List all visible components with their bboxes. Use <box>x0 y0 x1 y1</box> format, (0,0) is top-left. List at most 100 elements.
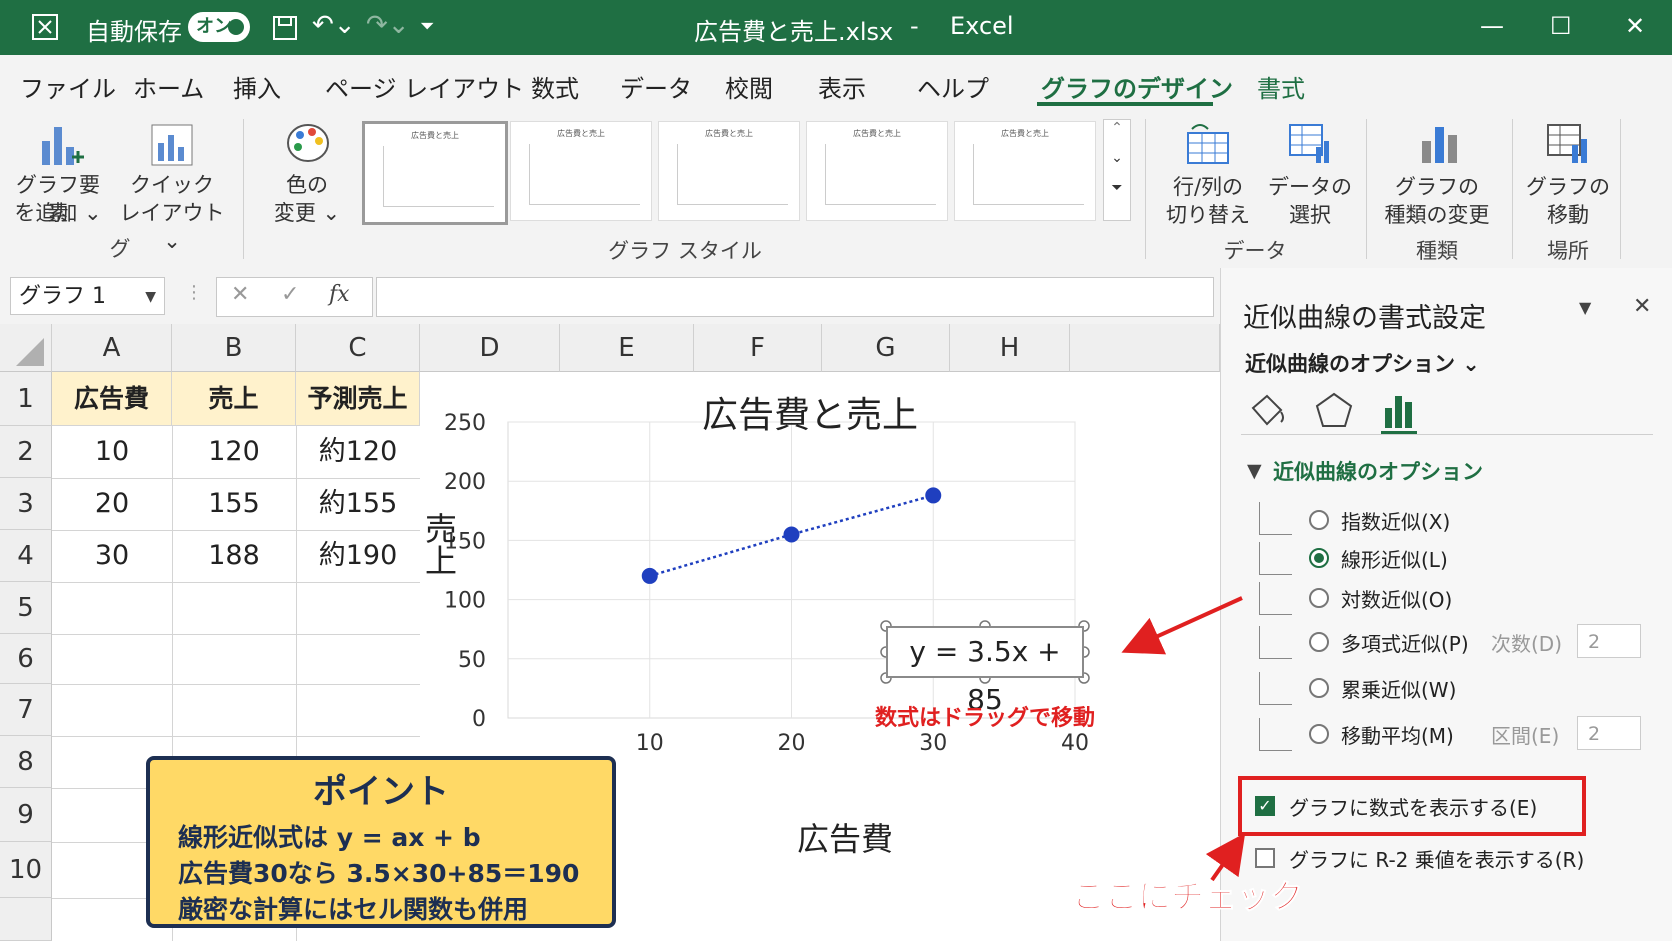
row-header-9[interactable]: 9 <box>0 788 52 842</box>
exponential-trend-icon <box>1259 502 1292 535</box>
row-header-2[interactable]: 2 <box>0 426 52 478</box>
select-all-corner[interactable] <box>0 324 52 372</box>
pane-close-icon[interactable]: ✕ <box>1633 294 1651 319</box>
option-polynomial[interactable]: 多項式近似(P) <box>1341 628 1469 657</box>
tab-chart-design[interactable]: グラフのデザイン <box>1041 69 1233 104</box>
column-header-a[interactable]: A <box>52 324 172 372</box>
y-axis-title[interactable]: 売上 <box>420 512 458 576</box>
cell-a3[interactable]: 20 <box>52 478 172 530</box>
column-header-d[interactable]: D <box>420 324 560 372</box>
switch-row-column-button[interactable]: 行/列の 切り替え <box>1158 111 1258 241</box>
row-header-4[interactable]: 4 <box>0 530 52 582</box>
column-header-c[interactable]: C <box>296 324 420 372</box>
tab-view[interactable]: 表示 <box>818 69 866 104</box>
collapse-section-icon[interactable]: ▼ <box>1247 460 1262 482</box>
gallery-scroll[interactable]: ⌃ ⌄ ⏷ <box>1103 119 1131 221</box>
option-moving-average[interactable]: 移動平均(M) <box>1341 720 1454 749</box>
enter-icon[interactable]: ✓ <box>281 282 299 307</box>
column-header-h[interactable]: H <box>950 324 1070 372</box>
formula-input[interactable] <box>376 277 1214 317</box>
close-icon[interactable]: ✕ <box>1625 12 1645 40</box>
cell-c2[interactable]: 約120 <box>296 426 420 478</box>
tab-help[interactable]: ヘルプ <box>917 69 989 104</box>
effects-icon[interactable] <box>1313 390 1355 430</box>
autosave-toggle[interactable]: オン <box>188 12 250 42</box>
row-header-5[interactable]: 5 <box>0 582 52 634</box>
chart-title[interactable]: 広告費と売上 <box>660 386 960 438</box>
order-input[interactable]: 2 <box>1577 624 1641 658</box>
fill-line-icon[interactable] <box>1247 390 1289 430</box>
tab-data[interactable]: データ <box>620 69 692 104</box>
select-data-button[interactable]: データの 選択 <box>1260 111 1360 241</box>
x-axis-title[interactable]: 広告費 <box>745 814 945 860</box>
tab-formulas[interactable]: 数式 <box>531 69 579 104</box>
save-icon[interactable] <box>272 15 298 41</box>
cell-b3[interactable]: 155 <box>172 478 296 530</box>
chart-style-3[interactable]: 広告費と売上 <box>658 121 800 221</box>
pane-options-dropdown-icon[interactable]: ▼ <box>1579 298 1591 317</box>
customize-qat-icon[interactable]: ⏷ <box>420 16 434 37</box>
option-exponential[interactable]: 指数近似(X) <box>1341 506 1450 535</box>
change-chart-type-button[interactable]: グラフの 種類の変更 <box>1372 111 1502 241</box>
tab-home[interactable]: ホーム <box>133 69 204 104</box>
radio-moving-average[interactable] <box>1309 724 1329 744</box>
chart-style-2[interactable]: 広告費と売上 <box>510 121 652 221</box>
name-box-dropdown-icon[interactable]: ▼ <box>145 278 156 316</box>
tab-insert[interactable]: 挿入 <box>233 69 281 104</box>
chart-style-1[interactable]: 広告費と売上 <box>362 121 508 225</box>
move-chart-icon <box>1547 124 1587 163</box>
cell-a2[interactable]: 10 <box>52 426 172 478</box>
row-header-7[interactable]: 7 <box>0 684 52 736</box>
column-header-e[interactable]: E <box>560 324 694 372</box>
option-linear[interactable]: 線形近似(L) <box>1341 544 1448 573</box>
option-logarithmic[interactable]: 対数近似(O) <box>1341 584 1452 613</box>
radio-polynomial[interactable] <box>1309 632 1329 652</box>
cell-b1[interactable]: 売上 <box>172 372 296 426</box>
row-header-3[interactable]: 3 <box>0 478 52 530</box>
quick-layout-button[interactable]: クイック レイアウト ⌄ <box>112 111 232 253</box>
maximize-icon[interactable]: ☐ <box>1550 12 1572 40</box>
cell-a4[interactable]: 30 <box>52 530 172 582</box>
row-header-8[interactable]: 8 <box>0 736 52 788</box>
pane-subtitle[interactable]: 近似曲線のオプション ⌄ <box>1245 348 1480 378</box>
radio-logarithmic[interactable] <box>1309 588 1329 608</box>
row-header-6[interactable]: 6 <box>0 634 52 684</box>
cell-c3[interactable]: 約155 <box>296 478 420 530</box>
cell-c1[interactable]: 予測売上 <box>296 372 420 426</box>
chart-style-5[interactable]: 広告費と売上 <box>954 121 1096 221</box>
trendline-options-icon[interactable] <box>1379 390 1421 430</box>
tab-review[interactable]: 校閲 <box>725 69 773 104</box>
column-header-g[interactable]: G <box>822 324 950 372</box>
cell-a1[interactable]: 広告費 <box>52 372 172 426</box>
minimize-icon[interactable]: — <box>1480 12 1504 40</box>
name-box[interactable]: グラフ 1 ▼ <box>10 277 165 315</box>
row-header-1[interactable]: 1 <box>0 372 52 426</box>
period-input[interactable]: 2 <box>1577 716 1641 750</box>
cell-b2[interactable]: 120 <box>172 426 296 478</box>
cell-c4[interactable]: 約190 <box>296 530 420 582</box>
radio-power[interactable] <box>1309 678 1329 698</box>
move-chart-button[interactable]: グラフの 移動 <box>1518 111 1618 241</box>
column-header-f[interactable]: F <box>694 324 822 372</box>
tab-format[interactable]: 書式 <box>1257 69 1305 104</box>
show-r2-label[interactable]: グラフに R-2 乗値を表示する(R) <box>1289 844 1584 873</box>
add-chart-element-button[interactable]: グラフ要素 を追加 ⌄ <box>8 111 108 241</box>
trendline-options-section[interactable]: 近似曲線のオプション <box>1273 456 1483 486</box>
column-header-b[interactable]: B <box>172 324 296 372</box>
undo-icon[interactable]: ↶⌄ <box>312 10 356 40</box>
tab-file[interactable]: ファイル <box>20 69 116 104</box>
row-header-10[interactable]: 10 <box>0 842 52 898</box>
tab-page-layout[interactable]: ページ レイアウト <box>325 69 524 104</box>
cancel-icon[interactable]: ✕ <box>231 282 249 307</box>
trendline-equation-label[interactable]: y = 3.5x + 85 <box>886 626 1084 716</box>
radio-exponential[interactable] <box>1309 510 1329 530</box>
insert-function-icon[interactable]: fx <box>329 282 350 307</box>
option-power[interactable]: 累乗近似(W) <box>1341 674 1456 703</box>
group-chart-layouts-label: グ <box>109 237 131 261</box>
radio-linear[interactable] <box>1309 548 1329 568</box>
cell-b4[interactable]: 188 <box>172 530 296 582</box>
change-colors-button[interactable]: 色の 変更 ⌄ <box>254 111 360 241</box>
chart-style-4[interactable]: 広告費と売上 <box>806 121 948 221</box>
quick-layout-icon <box>151 124 193 166</box>
show-r2-checkbox[interactable] <box>1255 848 1275 868</box>
